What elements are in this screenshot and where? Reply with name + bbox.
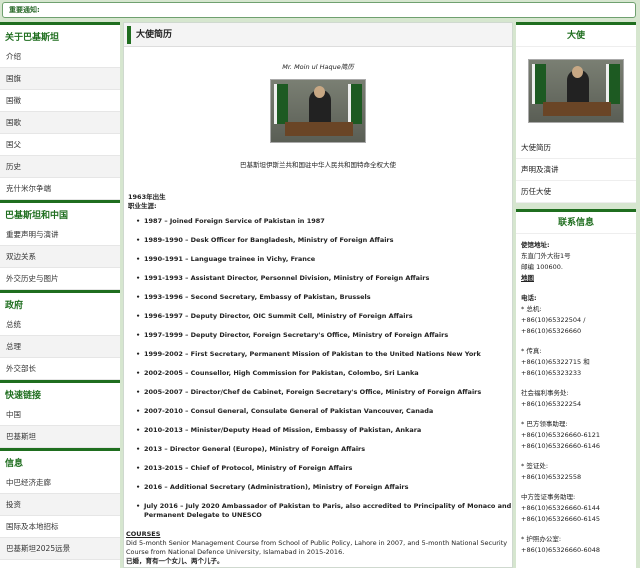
cn-visa-phone-2: +86(10)65326660-6145 xyxy=(521,515,601,523)
left-sidebar: 关于巴基斯坦 介绍 国旗 国徽 国歌 国父 历史 克什米尔争端 巴基斯坦和中国 … xyxy=(0,22,120,568)
cn-visa-label: 中方签证事务助理: xyxy=(521,493,576,501)
nav-item-diplomatic-history[interactable]: 外交历史与图片 xyxy=(0,268,120,290)
welfare-label: 社会福利事务处: xyxy=(521,389,569,397)
main-phone: +86(10)65322504 / +86(10)65326660 xyxy=(521,316,586,335)
flag-icon xyxy=(532,64,546,104)
courses-heading: COURSES xyxy=(126,530,161,538)
link-statements[interactable]: 声明及演讲 xyxy=(516,159,636,181)
link-bio[interactable]: 大使简历 xyxy=(516,137,636,159)
link-past-ambassadors[interactable]: 历任大使 xyxy=(516,181,636,203)
career-item: 2013 – Director General (Europe), Minist… xyxy=(136,445,512,454)
flag-icon xyxy=(606,64,620,104)
contact-box-title: 联系信息 xyxy=(516,212,636,234)
main-content: 大使简历 Mr. Moin ul Haque简历 巴基斯坦伊斯兰共和国驻中华人民… xyxy=(123,22,513,568)
nav-item-foreign-minister[interactable]: 外交部长 xyxy=(0,358,120,380)
map-link[interactable]: 地图 xyxy=(521,273,631,284)
career-item: 2013-2015 – Chief of Protocol, Ministry … xyxy=(136,464,512,473)
consular-phone-2: +86(10)65326660-6146 xyxy=(521,442,601,450)
ambassador-thumbnail[interactable] xyxy=(528,59,624,123)
ambassador-box-title: 大使 xyxy=(516,25,636,47)
person-head xyxy=(572,66,583,78)
postcode: 邮编 100600. xyxy=(521,263,563,271)
section-title-info: 信息 xyxy=(0,448,120,472)
career-item: 2016 – Additional Secretary (Administrat… xyxy=(136,483,512,492)
nav-item-statements[interactable]: 重要声明与演讲 xyxy=(0,224,120,246)
nav-item-china[interactable]: 中国 xyxy=(0,404,120,426)
section-title-about: 关于巴基斯坦 xyxy=(0,22,120,46)
fax-label: * 传真: xyxy=(521,347,542,355)
desk-shape xyxy=(543,102,611,116)
career-item: 1993-1996 – Second Secretary, Embassy of… xyxy=(136,293,512,302)
nav-item-cpec[interactable]: 中巴经济走廊 xyxy=(0,472,120,494)
career-label: 职业生涯: xyxy=(128,202,157,210)
career-item: 1989-1990 – Desk Officer for Bangladesh,… xyxy=(136,236,512,245)
section-title-quick-links: 快速链接 xyxy=(0,380,120,404)
fax-1: +86(10)65322715 和 xyxy=(521,358,590,366)
nav-item-founder[interactable]: 国父 xyxy=(0,134,120,156)
notice-label: 重要通知: xyxy=(9,6,40,14)
nav-item-investment[interactable]: 投资 xyxy=(0,494,120,516)
desk-shape xyxy=(285,122,353,136)
career-item: 1987 – Joined Foreign Service of Pakista… xyxy=(136,217,512,226)
address-line: 东直门外大街1号 xyxy=(521,252,571,260)
bio-caption: Mr. Moin ul Haque简历 xyxy=(282,63,354,71)
nav-item-flag[interactable]: 国旗 xyxy=(0,68,120,90)
career-item: 2010-2013 – Minister/Deputy Head of Miss… xyxy=(136,426,512,435)
flag-icon xyxy=(274,84,288,124)
person-head xyxy=(314,86,325,98)
phone-label: 电话: xyxy=(521,294,537,302)
page-title: 大使简历 xyxy=(124,23,512,47)
section-title-government: 政府 xyxy=(0,290,120,314)
courses-block: COURSES Did 5-month Senior Management Co… xyxy=(126,530,512,566)
contact-body: 使馆地址: 东直门外大街1号 邮编 100600. 地图 电话: * 总机: +… xyxy=(516,234,636,562)
career-item: 2002-2005 – Counsellor, High Commission … xyxy=(136,369,512,378)
career-item: 2007-2010 – Consul General, Consulate Ge… xyxy=(136,407,512,416)
nav-item-tenders[interactable]: 国际及本地招标 xyxy=(0,516,120,538)
career-item: 1996-1997 – Deputy Director, OIC Summit … xyxy=(136,312,512,321)
nav-item-anthem[interactable]: 国歌 xyxy=(0,112,120,134)
nav-item-president[interactable]: 总统 xyxy=(0,314,120,336)
ambassador-subtitle: 巴基斯坦伊斯兰共和国驻中华人民共和国特命全权大使 xyxy=(240,161,396,169)
born-year: 1963年出生 xyxy=(128,193,166,201)
notice-bar: 重要通知: xyxy=(2,2,636,18)
courses-text: Did 5-month Senior Management Course fro… xyxy=(126,539,508,556)
welfare-phone: +86(10)65322254 xyxy=(521,400,582,408)
career-item: 1991-1993 – Assistant Director, Personne… xyxy=(136,274,512,283)
career-item: 1997-1999 – Deputy Director, Foreign Sec… xyxy=(136,331,512,340)
visa-label: * 签证处: xyxy=(521,462,549,470)
consular-phone-1: +86(10)65326660-6121 xyxy=(521,431,601,439)
main-phone-label: * 总机: xyxy=(521,305,542,313)
address-label: 使馆地址: xyxy=(521,241,550,249)
contact-box: 联系信息 使馆地址: 东直门外大街1号 邮编 100600. 地图 电话: * … xyxy=(516,209,636,568)
ambassador-photo xyxy=(270,79,366,143)
page: 重要通知: 关于巴基斯坦 介绍 国旗 国徽 国歌 国父 历史 克什米尔争端 巴基… xyxy=(0,0,640,568)
nav-item-emblem[interactable]: 国徽 xyxy=(0,90,120,112)
passport-phone: +86(10)65326660-6048 xyxy=(521,546,601,554)
career-item: July 2016 – July 2020 Ambassador of Paki… xyxy=(136,502,512,520)
nav-item-bilateral[interactable]: 双边关系 xyxy=(0,246,120,268)
right-sidebar: 大使 大使简历 声明及演讲 历任大使 联系信息 使馆地址: 东直门外大街1号 邮… xyxy=(516,22,636,568)
born-text: 1963年出生 职业生涯: xyxy=(128,193,512,211)
consular-label: * 巴方领事助理: xyxy=(521,420,568,428)
nav-item-history[interactable]: 历史 xyxy=(0,156,120,178)
fax-2: +86(10)65323233 xyxy=(521,369,582,377)
visa-phone: +86(10)65322558 xyxy=(521,473,582,481)
flag-icon xyxy=(348,84,362,124)
nav-item-vision-2025[interactable]: 巴基斯坦2025远景 xyxy=(0,538,120,560)
nav-item-intro[interactable]: 介绍 xyxy=(0,46,120,68)
career-item: 1999-2002 – First Secretary, Permanent M… xyxy=(136,350,512,359)
section-title-pakistan-china: 巴基斯坦和中国 xyxy=(0,200,120,224)
career-item: 2005-2007 – Director/Chef de Cabinet, Fo… xyxy=(136,388,512,397)
cn-visa-phone-1: +86(10)65326660-6144 xyxy=(521,504,601,512)
passport-label: * 护照办公室: xyxy=(521,535,562,543)
ambassador-box: 大使 大使简历 声明及演讲 历任大使 xyxy=(516,22,636,203)
family-text: 已婚，育有一个女儿、两个儿子。 xyxy=(126,557,224,565)
career-item: 1990-1991 – Language trainee in Vichy, F… xyxy=(136,255,512,264)
career-list: 1987 – Joined Foreign Service of Pakista… xyxy=(136,217,512,520)
nav-item-prime-minister[interactable]: 总理 xyxy=(0,336,120,358)
nav-item-kashmir[interactable]: 克什米尔争端 xyxy=(0,178,120,200)
nav-item-pakistan[interactable]: 巴基斯坦 xyxy=(0,426,120,448)
